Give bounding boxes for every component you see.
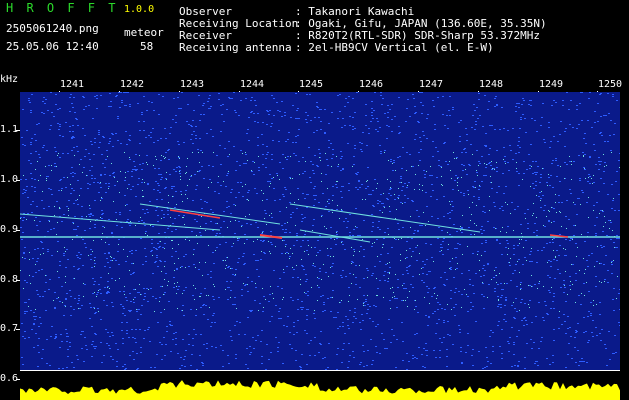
app-version: 1.0.0 [124, 4, 155, 15]
x-label-1250: 1250 [598, 79, 623, 90]
x-label-1242: 1242 [120, 79, 145, 90]
axis-unit: kHz [0, 74, 19, 85]
meteor-trace [289, 203, 481, 233]
spectrogram [20, 92, 620, 370]
x-label-1241: 1241 [60, 79, 85, 90]
noise-speckle [20, 92, 620, 370]
meteor-label: meteor [124, 26, 164, 39]
x-label-1245: 1245 [299, 79, 324, 90]
signal-histogram [20, 380, 620, 400]
file-name: 2505061240.png [6, 22, 99, 35]
info-value-antenna: : 2el-HB9CV Vertical (el. E-W) [295, 41, 494, 54]
frequency-axis: kHz 1.1 1.0 0.9 0.8 0.7 0.6 [0, 70, 20, 400]
x-label-1243: 1243 [180, 79, 205, 90]
x-label-1247: 1247 [419, 79, 444, 90]
baseline-line [20, 370, 620, 371]
x-label-1248: 1248 [479, 79, 504, 90]
spectrogram-canvas [20, 92, 620, 370]
x-label-1246: 1246 [359, 79, 384, 90]
app-title: H R O F F T [6, 1, 119, 15]
x-label-1249: 1249 [539, 79, 564, 90]
info-key-antenna: Receiving antenna [179, 41, 292, 54]
x-label-1244: 1244 [240, 79, 265, 90]
meteor-count: 58 [140, 40, 154, 53]
histogram-fill [20, 380, 620, 400]
timestamp: 25.05.06 12:40 [6, 40, 99, 53]
